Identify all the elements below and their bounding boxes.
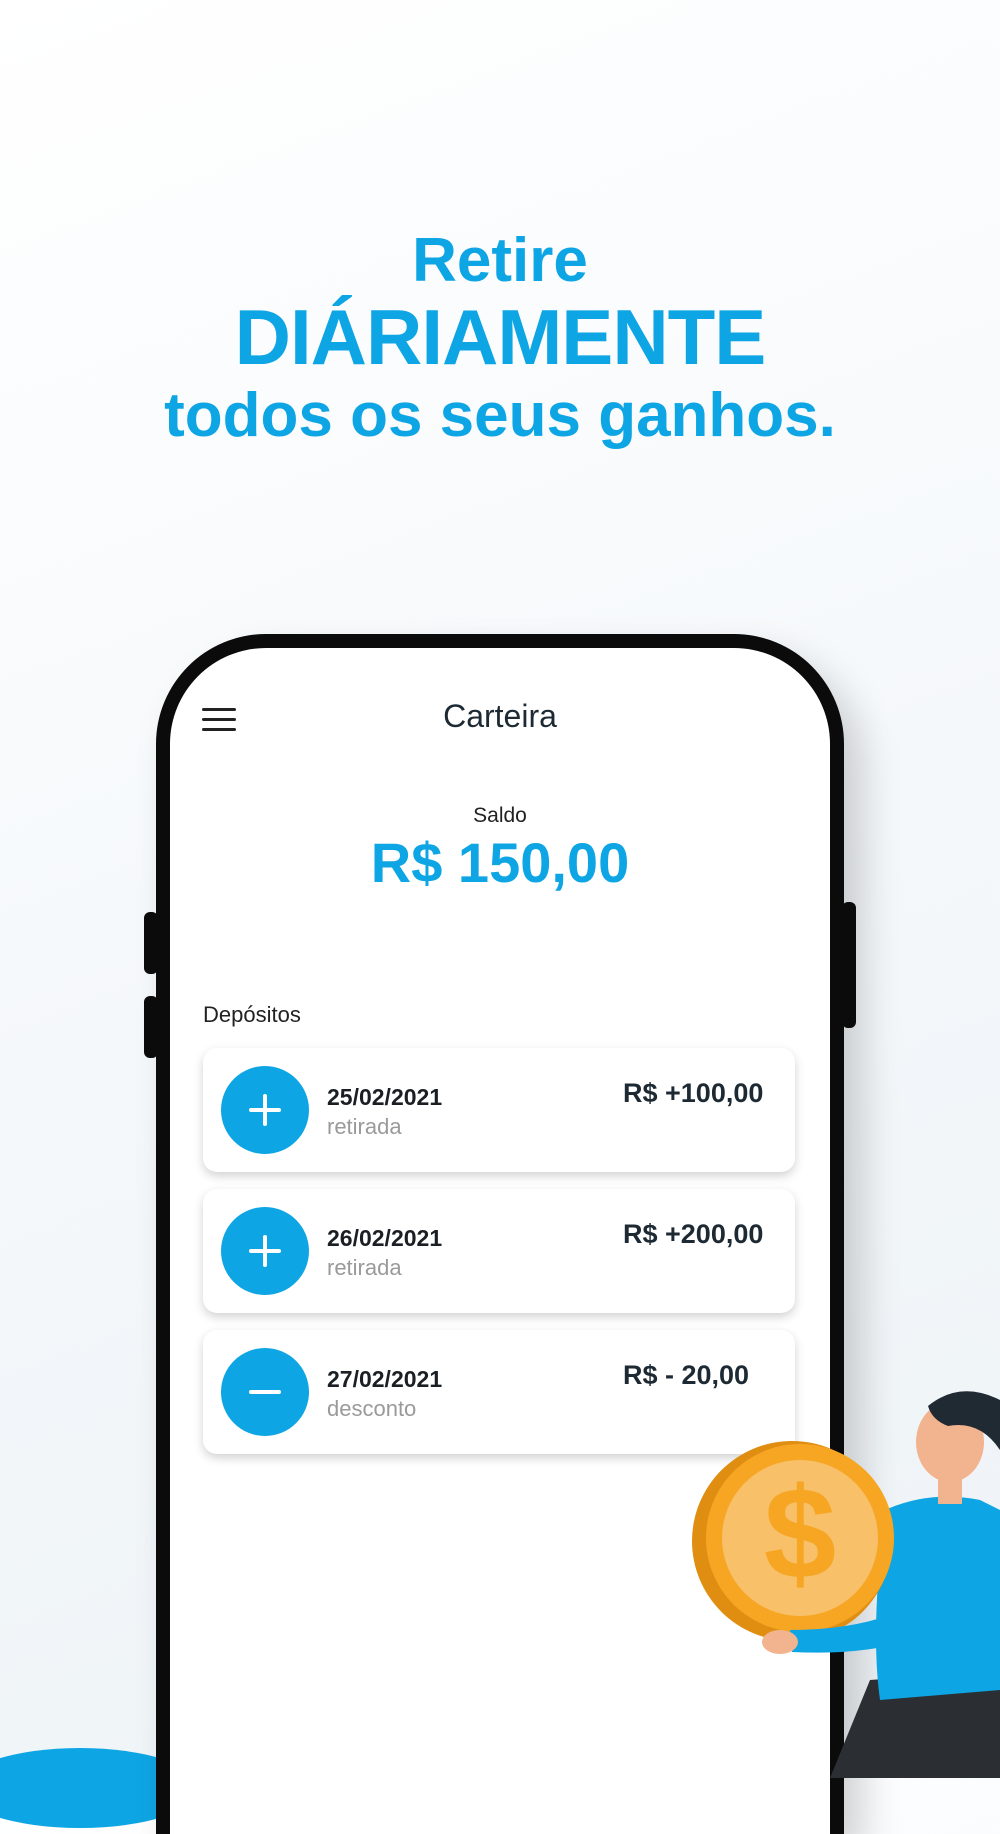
svg-text:$: $: [764, 1460, 836, 1606]
headline-line-3: todos os seus ganhos.: [164, 381, 836, 450]
person-holding-coin-illustration: $: [692, 1391, 1000, 1778]
deposit-date: 25/02/2021: [327, 1084, 443, 1110]
deposit-type: desconto: [327, 1396, 417, 1421]
deposit-amount: R$ +100,00: [623, 1078, 764, 1108]
headline-line-1: Retire: [412, 226, 588, 295]
deposit-type: retirada: [327, 1255, 402, 1280]
plus-icon: [221, 1207, 309, 1295]
minus-icon: [221, 1348, 309, 1436]
headline-line-2: DIÁRIAMENTE: [234, 293, 767, 381]
deposits-label: Depósitos: [203, 1002, 301, 1027]
app-title: Carteira: [443, 698, 557, 734]
phone-side-button: [144, 996, 158, 1058]
phone-side-button: [144, 912, 158, 974]
deposit-amount: R$ +200,00: [623, 1219, 764, 1249]
deposit-card[interactable]: 25/02/2021 retirada R$ +100,00: [203, 1048, 795, 1172]
headline: Retire DIÁRIAMENTE todos os seus ganhos.: [0, 225, 1000, 455]
deposit-date: 27/02/2021: [327, 1366, 443, 1392]
balance-value: R$ 150,00: [370, 831, 630, 894]
deposit-card[interactable]: 26/02/2021 retirada R$ +200,00: [203, 1189, 795, 1313]
phone-power-button: [842, 902, 856, 1028]
deposit-type: retirada: [327, 1114, 402, 1139]
plus-icon: [221, 1066, 309, 1154]
deposit-date: 26/02/2021: [327, 1225, 443, 1251]
balance-label: Saldo: [473, 804, 527, 827]
